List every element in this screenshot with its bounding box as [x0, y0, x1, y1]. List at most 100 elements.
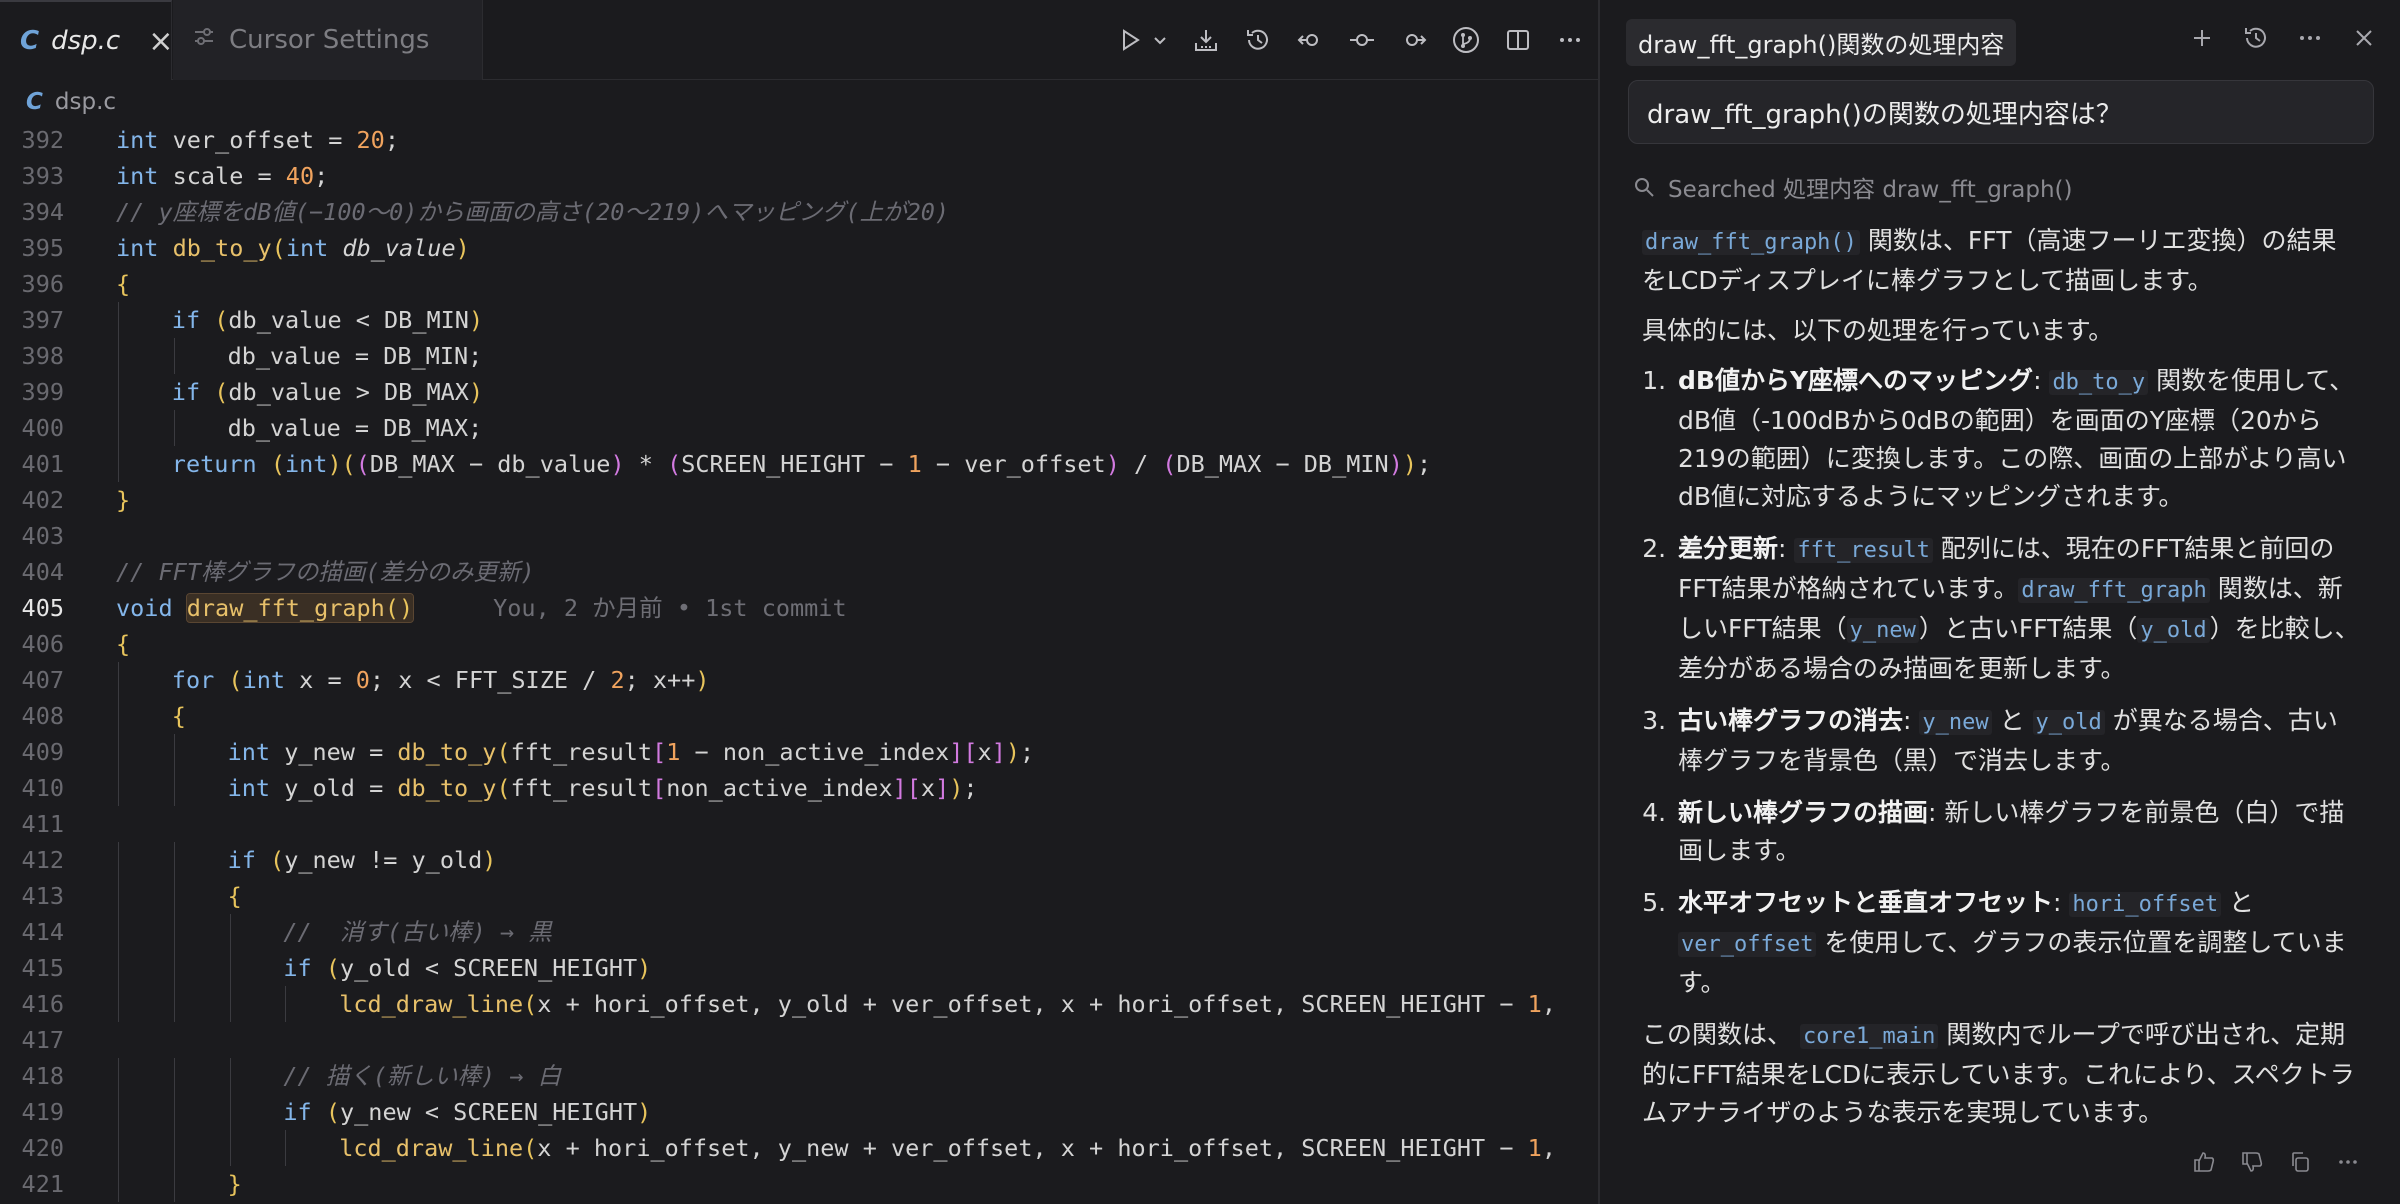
more-icon[interactable] — [2296, 24, 2324, 56]
line-number: 416 — [21, 990, 64, 1018]
line-number: 417 — [21, 1026, 64, 1054]
more-icon[interactable] — [1556, 26, 1584, 54]
item-title: dB値からY座標へのマッピング — [1678, 366, 2034, 395]
go-forward-icon[interactable] — [1400, 26, 1428, 54]
code-line[interactable]: 392 int ver_offset = 20; — [0, 122, 1598, 158]
plus-icon[interactable] — [2188, 24, 2216, 56]
indent-guide — [118, 878, 119, 914]
indent-guide — [229, 1130, 231, 1166]
list-item: 水平オフセットと垂直オフセット: hori_offset と ver_offse… — [1674, 884, 2360, 1002]
code-line[interactable]: 397 if (db_value < DB_MIN) — [0, 302, 1598, 338]
tab-cursor-settings[interactable]: Cursor Settings — [173, 0, 483, 80]
code-line[interactable]: 419 if (y_new < SCREEN_HEIGHT) — [0, 1094, 1598, 1130]
chat-panel: draw_fft_graph()関数の処理内容 draw_fft_graph()… — [1602, 0, 2400, 1204]
download-icon[interactable] — [1192, 26, 1220, 54]
code-line[interactable]: 394 // y座標をdB値(−100〜0)から画面の高さ(20〜219)へマッピ… — [0, 194, 1598, 230]
copy-icon[interactable] — [2288, 1150, 2312, 1178]
split-editor-icon[interactable] — [1504, 26, 1532, 54]
search-icon — [1635, 178, 1654, 197]
code-line[interactable]: 410 int y_old = db_to_y(fft_result[non_ac… — [0, 770, 1598, 806]
indent-guide — [173, 770, 175, 806]
breadcrumb-file[interactable]: dsp.c — [55, 89, 116, 115]
code-text: } — [227, 1170, 242, 1198]
code-line[interactable]: 411 — [0, 806, 1598, 842]
line-number: 410 — [21, 774, 64, 802]
indent-guide — [118, 338, 119, 374]
code-line[interactable]: 406 { — [0, 626, 1598, 662]
code-line[interactable]: 393 int scale = 40; — [0, 158, 1598, 194]
code-text: // FFT棒グラフの描画(差分のみ更新) — [116, 558, 535, 586]
editor-pane: C dsp.c × Cursor Settings C dsp.c 392 int… — [0, 0, 1600, 1204]
search-status-text: Searched 処理内容 draw_fft_graph() — [1668, 177, 2073, 203]
tab-dsp-c[interactable]: C dsp.c × — [0, 0, 173, 80]
inline-code: hori_offset — [2069, 892, 2222, 917]
code-line[interactable]: 415 if (y_old < SCREEN_HEIGHT) — [0, 950, 1598, 986]
history-icon[interactable] — [2242, 24, 2270, 56]
chevron-down-icon[interactable] — [1152, 26, 1168, 54]
code-line[interactable]: 396 { — [0, 266, 1598, 302]
thumbs-up-icon[interactable] — [2192, 1150, 2216, 1178]
run-icon[interactable] — [1116, 26, 1144, 54]
code-line[interactable]: 414 // 消す(古い棒) → 黒 — [0, 914, 1598, 950]
search-status[interactable]: Searched 処理内容 draw_fft_graph() — [1632, 170, 2073, 204]
code-line[interactable]: 417 — [0, 1022, 1598, 1058]
indent-guide — [229, 986, 231, 1022]
code-line[interactable]: 408 { — [0, 698, 1598, 734]
code-line[interactable]: 420 lcd_draw_line(x + hori_offset, y_new … — [0, 1130, 1598, 1166]
git-graph-icon[interactable] — [1452, 26, 1480, 54]
line-number: 421 — [21, 1170, 64, 1198]
line-number: 392 — [21, 126, 64, 154]
code-line[interactable]: 399 if (db_value > DB_MAX) — [0, 374, 1598, 410]
thumbs-down-icon[interactable] — [2240, 1150, 2264, 1178]
commit-icon[interactable] — [1348, 26, 1376, 54]
code-text: { — [171, 702, 186, 730]
indent-guide — [118, 1130, 119, 1166]
code-line[interactable]: 413 { — [0, 878, 1598, 914]
indent-guide — [173, 950, 175, 986]
go-back-icon[interactable] — [1296, 26, 1324, 54]
c-file-icon: C — [26, 89, 43, 115]
breadcrumb[interactable]: C dsp.c — [0, 80, 1598, 124]
code-text: // 消す(古い棒) → 黒 — [283, 918, 552, 946]
history-icon[interactable] — [1244, 26, 1272, 54]
code-area[interactable]: 392 int ver_offset = 20; 393 int scale = 40… — [0, 122, 1598, 1202]
line-number: 418 — [21, 1062, 64, 1090]
code-line[interactable]: 400 db_value = DB_MAX; — [0, 410, 1598, 446]
close-icon[interactable] — [2350, 24, 2378, 56]
close-icon[interactable]: × — [148, 24, 173, 59]
code-line[interactable]: 412 if (y_new != y_old) — [0, 842, 1598, 878]
code-line[interactable]: 404 // FFT棒グラフの描画(差分のみ更新) — [0, 554, 1598, 590]
code-line[interactable]: 398 db_value = DB_MIN; — [0, 338, 1598, 374]
answer-outro: この関数は、 core1_main 関数内でループで呼び出され、定期的にFFT結… — [1642, 1016, 2360, 1132]
code-text: if (db_value < DB_MIN) — [171, 306, 484, 334]
code-line[interactable]: 401 return (int)((DB_MAX − db_value) * (S… — [0, 446, 1598, 482]
item-title: 古い棒グラフの消去 — [1678, 706, 1904, 735]
code-text: int y_new = db_to_y(fft_result[1 − non_a… — [227, 738, 1035, 766]
indent-guide — [118, 662, 119, 698]
list-item: 新しい棒グラフの描画: 新しい棒グラフを前景色（白）で描画します。 — [1674, 794, 2360, 870]
code-line[interactable]: 403 — [0, 518, 1598, 554]
chat-title[interactable]: draw_fft_graph()関数の処理内容 — [1626, 18, 2017, 66]
inline-code: draw_fft_graph() — [1642, 230, 1860, 255]
code-text: if (y_old < SCREEN_HEIGHT) — [283, 954, 652, 982]
code-line[interactable]: 418 // 描く(新しい棒) → 白 — [0, 1058, 1598, 1094]
code-text: int scale = 40; — [116, 162, 329, 190]
more-icon[interactable] — [2336, 1150, 2360, 1178]
inline-code: db_to_y — [2049, 370, 2149, 395]
line-number: 397 — [21, 306, 64, 334]
code-text: } — [116, 486, 131, 514]
line-number: 401 — [21, 450, 64, 478]
code-line[interactable]: 409 int y_new = db_to_y(fft_result[1 − no… — [0, 734, 1598, 770]
indent-guide — [118, 1166, 119, 1202]
settings-sliders-icon — [193, 25, 215, 55]
line-number: 413 — [21, 882, 64, 910]
indent-guide — [118, 446, 119, 482]
code-line[interactable]: 407 for (int x = 0; x < FFT_SIZE / 2; x++… — [0, 662, 1598, 698]
user-message[interactable]: draw_fft_graph()の関数の処理内容は？ — [1628, 80, 2374, 144]
inline-code: y_new — [1919, 710, 1992, 735]
code-line[interactable]: 402} — [0, 482, 1598, 518]
code-line[interactable]: 405 void draw_fft_graph() You, 2 か月前 • 1st… — [0, 590, 1598, 626]
code-line[interactable]: 416 lcd_draw_line(x + hori_offset, y_old … — [0, 986, 1598, 1022]
code-line[interactable]: 395 int db_to_y(int db_value) — [0, 230, 1598, 266]
code-line[interactable]: 421} — [0, 1166, 1598, 1202]
